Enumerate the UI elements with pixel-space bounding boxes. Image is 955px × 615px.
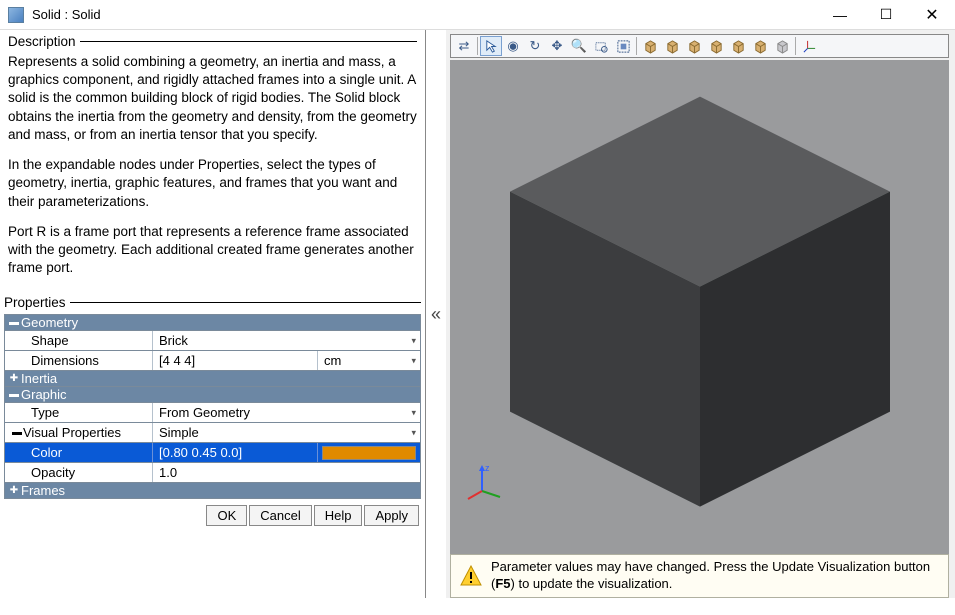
properties-section: Properties ▬ Geometry Shape Brick ▾ Dimen…: [0, 295, 425, 501]
maximize-button[interactable]: ☐: [863, 0, 909, 30]
description-section: Description Represents a solid combining…: [0, 30, 425, 295]
graphic-header[interactable]: ▬ Graphic: [5, 387, 420, 403]
orbit-icon[interactable]: ◉: [502, 36, 524, 56]
opacity-value[interactable]: 1.0: [159, 465, 177, 480]
fit-icon[interactable]: [612, 36, 634, 56]
viewport-3d[interactable]: z: [450, 60, 949, 554]
view-bottom-icon[interactable]: [705, 36, 727, 56]
minimize-button[interactable]: —: [817, 0, 863, 30]
shape-label: Shape: [31, 333, 69, 348]
view-left-icon[interactable]: [727, 36, 749, 56]
window-controls: — ☐ ✕: [817, 0, 955, 30]
dimensions-value[interactable]: [4 4 4]: [159, 353, 195, 368]
chevron-down-icon: ▾: [411, 355, 416, 366]
viewport-toolbar: ⇄ ◉ ↻ ✥ 🔍: [450, 34, 949, 58]
visual-properties-row[interactable]: ▬Visual Properties Simple ▾: [5, 423, 420, 443]
apply-button[interactable]: Apply: [364, 505, 419, 526]
shape-value: Brick: [159, 333, 188, 348]
app-icon: [8, 7, 24, 23]
view-front-icon[interactable]: [639, 36, 661, 56]
collapse-pane-button[interactable]: «: [426, 30, 446, 598]
pan-icon[interactable]: ✥: [546, 36, 568, 56]
axes-triad: z: [464, 461, 504, 504]
chevron-down-icon: ▾: [411, 335, 416, 346]
swap-icon[interactable]: ⇄: [453, 36, 475, 56]
right-pane: ⇄ ◉ ↻ ✥ 🔍: [446, 30, 955, 598]
svg-text:z: z: [485, 463, 490, 473]
help-button[interactable]: Help: [314, 505, 363, 526]
left-pane: Description Represents a solid combining…: [0, 30, 426, 598]
dimensions-row[interactable]: Dimensions [4 4 4] cm ▾: [5, 351, 420, 371]
visual-properties-value: Simple: [159, 425, 199, 440]
dimensions-label: Dimensions: [31, 353, 99, 368]
properties-table: ▬ Geometry Shape Brick ▾ Dimensions [4 4 …: [4, 314, 421, 499]
solid-cube-preview: [490, 77, 910, 520]
window-title: Solid : Solid: [32, 7, 817, 22]
description-p2: In the expandable nodes under Properties…: [8, 156, 417, 211]
expand-icon: ✚: [5, 483, 21, 498]
axes-icon[interactable]: [798, 36, 820, 56]
collapse-icon: ▬: [9, 427, 23, 438]
color-row[interactable]: Color [0.80 0.45 0.0]: [5, 443, 420, 463]
view-top-icon[interactable]: [683, 36, 705, 56]
collapse-icon: ▬: [5, 315, 21, 330]
description-p1: Represents a solid combining a geometry,…: [8, 53, 417, 144]
shape-row[interactable]: Shape Brick ▾: [5, 331, 420, 351]
chevron-down-icon: ▾: [411, 427, 416, 438]
visual-properties-label: Visual Properties: [23, 425, 121, 440]
type-label: Type: [31, 405, 59, 420]
type-row[interactable]: Type From Geometry ▾: [5, 403, 420, 423]
view-back-icon[interactable]: [661, 36, 683, 56]
collapse-icon: ▬: [5, 387, 21, 402]
description-p3: Port R is a frame port that represents a…: [8, 223, 417, 278]
zoom-region-icon[interactable]: [590, 36, 612, 56]
dimensions-unit[interactable]: cm: [324, 353, 341, 368]
inertia-header[interactable]: ✚ Inertia: [5, 371, 420, 387]
ok-button[interactable]: OK: [206, 505, 247, 526]
color-value[interactable]: [0.80 0.45 0.0]: [159, 445, 242, 460]
type-value: From Geometry: [159, 405, 250, 420]
rotate-icon[interactable]: ↻: [524, 36, 546, 56]
view-iso-icon[interactable]: [771, 36, 793, 56]
frames-header[interactable]: ✚ Frames: [5, 483, 420, 498]
zoom-icon[interactable]: 🔍: [568, 36, 590, 56]
titlebar: Solid : Solid — ☐ ✕: [0, 0, 955, 30]
color-label: Color: [31, 445, 62, 460]
description-heading: Description: [8, 34, 76, 49]
properties-heading: Properties: [4, 295, 66, 310]
arrow-icon[interactable]: [480, 36, 502, 56]
expand-icon: ✚: [5, 371, 21, 386]
cancel-button[interactable]: Cancel: [249, 505, 311, 526]
geometry-header[interactable]: ▬ Geometry: [5, 315, 420, 331]
warning-icon: [459, 564, 483, 588]
notice-text: Parameter values may have changed. Press…: [491, 559, 940, 593]
button-row: OK Cancel Help Apply: [0, 501, 425, 530]
chevron-down-icon: ▾: [411, 407, 416, 418]
opacity-row[interactable]: Opacity 1.0: [5, 463, 420, 483]
color-swatch[interactable]: [322, 446, 416, 460]
update-visualization-notice: Parameter values may have changed. Press…: [450, 554, 949, 598]
view-right-icon[interactable]: [749, 36, 771, 56]
close-button[interactable]: ✕: [909, 0, 955, 30]
opacity-label: Opacity: [31, 465, 75, 480]
